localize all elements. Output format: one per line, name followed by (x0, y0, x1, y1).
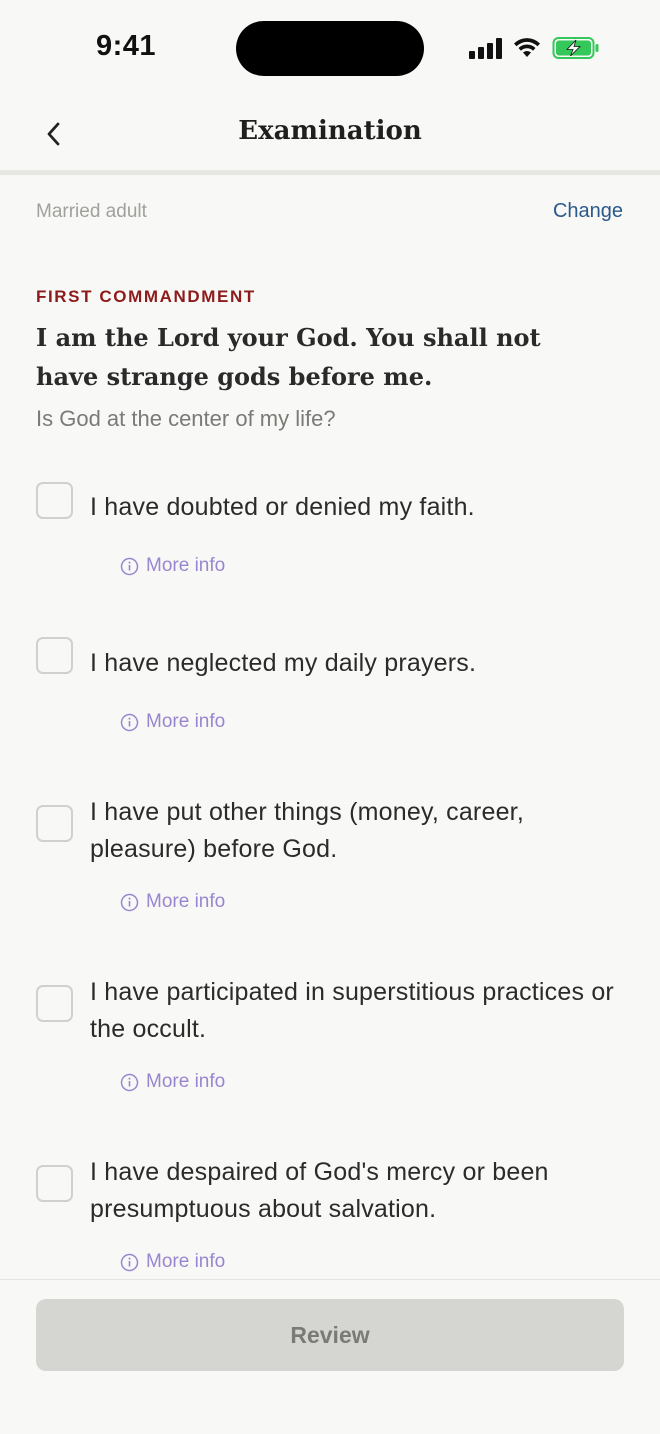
review-button[interactable]: Review (36, 1299, 624, 1371)
info-icon (120, 1073, 139, 1091)
more-info-label: More info (146, 711, 226, 732)
section-subtitle: Is God at the center of my life? (36, 406, 336, 431)
nav-divider (0, 170, 660, 175)
status-time: 9:41 (96, 30, 157, 62)
profile-label: Married adult (36, 201, 147, 222)
question-checkbox[interactable] (36, 805, 73, 842)
more-info-link[interactable]: More info (120, 555, 225, 577)
more-info-link[interactable]: More info (120, 1251, 225, 1273)
info-icon (120, 557, 139, 575)
info-icon (120, 713, 139, 731)
more-info-label: More info (146, 1251, 226, 1272)
status-icons (469, 36, 600, 60)
info-icon (120, 893, 139, 911)
question-text[interactable]: I have put other things (money, career, … (90, 794, 635, 868)
nav-bar: Examination (0, 98, 660, 170)
signal-icon (469, 37, 502, 59)
more-info-link[interactable]: More info (120, 711, 225, 733)
question-text[interactable]: I have doubted or denied my faith. (90, 489, 635, 526)
more-info-label: More info (146, 1071, 226, 1092)
wifi-icon (514, 38, 540, 57)
question-text[interactable]: I have participated in superstitious pra… (90, 974, 635, 1048)
section-eyebrow: FIRST COMMANDMENT (36, 287, 256, 306)
question-checkbox[interactable] (36, 482, 73, 519)
battery-charging-icon (552, 37, 599, 59)
page-title: Examination (238, 116, 422, 146)
more-info-link[interactable]: More info (120, 1071, 225, 1093)
section-title: I am the Lord your God. You shall not ha… (36, 323, 541, 391)
question-checkbox[interactable] (36, 985, 73, 1022)
question-checkbox[interactable] (36, 1165, 73, 1202)
more-info-label: More info (146, 555, 226, 576)
more-info-label: More info (146, 891, 226, 912)
dynamic-island (236, 21, 424, 76)
change-profile-button[interactable]: Change (553, 200, 623, 223)
status-bar: 9:41 (0, 0, 660, 98)
more-info-link[interactable]: More info (120, 891, 225, 913)
question-text[interactable]: I have despaired of God's mercy or been … (90, 1154, 635, 1228)
question-text[interactable]: I have neglected my daily prayers. (90, 645, 635, 682)
question-checkbox[interactable] (36, 637, 73, 674)
footer-divider (0, 1279, 660, 1280)
info-icon (120, 1253, 139, 1271)
